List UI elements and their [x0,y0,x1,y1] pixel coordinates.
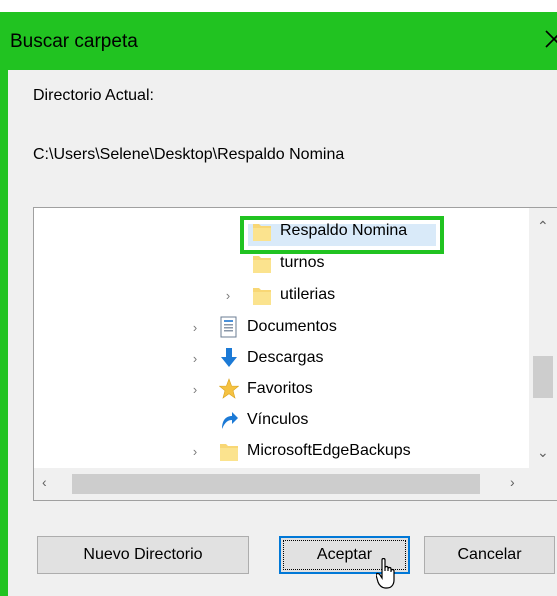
downloads-icon [219,347,239,369]
links-icon [219,409,239,431]
folder-icon [252,220,272,242]
title-bar: Buscar carpeta [0,0,557,70]
tree-item-label: Favoritos [247,380,313,397]
folder-icon [252,252,272,274]
title-bar-top-strip [0,0,557,12]
horizontal-scrollbar[interactable]: ‹ › [34,468,530,500]
vertical-scrollbar[interactable]: ⌃ ⌄ [529,208,557,470]
chevron-right-icon[interactable]: › [188,344,202,372]
chevron-right-icon[interactable]: › [221,281,235,309]
tree-item-utilerias[interactable]: utilerias [252,281,335,309]
folder-icon [252,284,272,306]
tree-item-vinculos[interactable]: Vínculos [219,406,308,434]
cancel-button[interactable]: Cancelar [424,536,555,574]
scroll-down-icon[interactable]: ⌄ [537,444,549,461]
tree-item-documentos[interactable]: Documentos [219,313,337,341]
mouse-cursor-icon [375,557,398,595]
scrollbar-corner [529,468,557,500]
chevron-right-icon[interactable]: › [188,375,202,403]
tree-item-label: utilerias [280,286,336,303]
tree-item-favoritos[interactable]: Favoritos [219,375,313,403]
scroll-up-icon[interactable]: ⌃ [537,218,549,235]
tree-item-label: Vínculos [247,411,309,428]
vertical-scroll-thumb[interactable] [533,356,553,398]
browse-folder-dialog: Buscar carpeta Directorio Actual: C:\Use… [0,0,557,596]
tree-item-label: Descargas [247,349,324,366]
close-icon[interactable] [541,26,557,52]
documents-icon [219,316,239,338]
horizontal-scroll-thumb[interactable] [72,474,480,494]
tree-item-label: Documentos [247,318,337,335]
tree-item-microsoftedgebackups[interactable]: MicrosoftEdgeBackups [219,437,411,465]
current-directory-path: C:\Users\Selene\Desktop\Respaldo Nomina [33,146,345,163]
tree-item-descargas[interactable]: Descargas [219,344,323,372]
scroll-left-icon[interactable]: ‹ [42,474,47,490]
current-directory-label: Directorio Actual: [33,87,154,104]
tree-item-turnos[interactable]: turnos [252,249,324,277]
folder-tree[interactable]: Respaldo Nomina turnos › utilerias › Doc… [33,207,557,501]
chevron-right-icon[interactable]: › [188,313,202,341]
tree-item-label: turnos [280,254,325,271]
scroll-right-icon[interactable]: › [510,474,515,490]
dialog-title: Buscar carpeta [10,31,138,52]
tree-item-label: MicrosoftEdgeBackups [247,442,411,459]
new-directory-button[interactable]: Nuevo Directorio [37,536,249,574]
favorites-star-icon [219,378,239,400]
folder-icon [219,440,239,462]
chevron-right-icon[interactable]: › [188,437,202,465]
tree-item-label: Respaldo Nomina [280,222,408,239]
tree-item-respaldo-nomina[interactable]: Respaldo Nomina [252,217,407,245]
